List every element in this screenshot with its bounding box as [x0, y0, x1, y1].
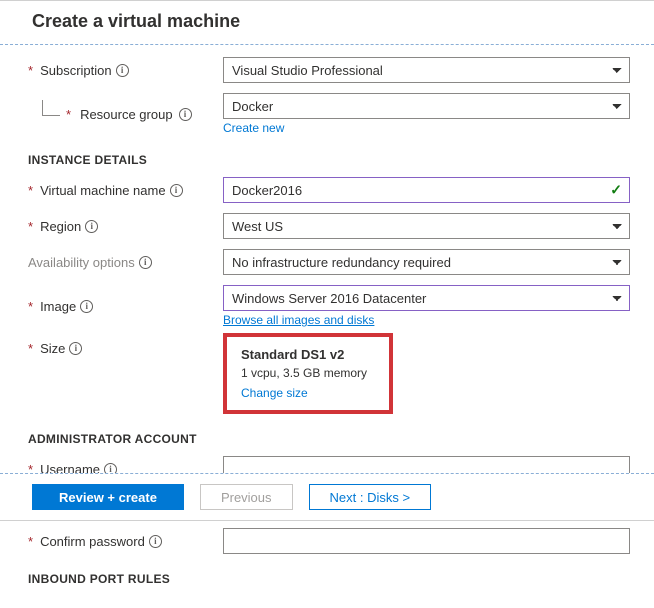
section-inbound-ports: INBOUND PORT RULES — [28, 572, 630, 586]
required-mark: * — [28, 219, 33, 234]
label-confirm-password: * Confirm password i — [28, 534, 223, 549]
row-vm-name: * Virtual machine name i ✓ — [28, 177, 630, 203]
info-icon[interactable]: i — [179, 108, 192, 121]
label-text: Confirm password — [40, 534, 145, 549]
label-text: Availability options — [28, 255, 135, 270]
label-availability: Availability options i — [28, 255, 223, 270]
required-mark: * — [66, 107, 71, 122]
label-vm-name: * Virtual machine name i — [28, 183, 223, 198]
vm-name-input[interactable] — [223, 177, 630, 203]
page-title: Create a virtual machine — [0, 1, 654, 45]
required-mark: * — [28, 341, 33, 356]
row-resource-group: * Resource group i Docker Create new — [28, 93, 630, 135]
label-text: Subscription — [40, 63, 112, 78]
label-size: * Size i — [28, 333, 223, 356]
required-mark: * — [28, 534, 33, 549]
row-size: * Size i Standard DS1 v2 1 vcpu, 3.5 GB … — [28, 333, 630, 414]
form-content: * Subscription i Visual Studio Professio… — [0, 45, 654, 608]
info-icon[interactable]: i — [80, 300, 93, 313]
next-disks-button[interactable]: Next : Disks > — [309, 484, 432, 510]
label-text: Image — [40, 299, 76, 314]
section-admin-account: ADMINISTRATOR ACCOUNT — [28, 432, 630, 446]
tree-line-icon — [42, 100, 60, 116]
check-icon: ✓ — [610, 182, 622, 199]
browse-images-link[interactable]: Browse all images and disks — [223, 313, 374, 327]
label-subscription: * Subscription i — [28, 63, 223, 78]
row-region: * Region i West US — [28, 213, 630, 239]
label-resource-group: * Resource group i — [28, 107, 223, 122]
size-summary-box: Standard DS1 v2 1 vcpu, 3.5 GB memory Ch… — [223, 333, 393, 414]
availability-select[interactable]: No infrastructure redundancy required — [223, 249, 630, 275]
region-select[interactable]: West US — [223, 213, 630, 239]
section-instance-details: INSTANCE DETAILS — [28, 153, 630, 167]
required-mark: * — [28, 299, 33, 314]
row-subscription: * Subscription i Visual Studio Professio… — [28, 57, 630, 83]
info-icon[interactable]: i — [139, 256, 152, 269]
info-icon[interactable]: i — [149, 535, 162, 548]
size-spec: 1 vcpu, 3.5 GB memory — [241, 366, 375, 380]
change-size-link[interactable]: Change size — [241, 386, 308, 400]
label-region: * Region i — [28, 219, 223, 234]
required-mark: * — [28, 183, 33, 198]
size-name: Standard DS1 v2 — [241, 347, 375, 362]
subscription-select[interactable]: Visual Studio Professional — [223, 57, 630, 83]
footer-bar: Review + create Previous Next : Disks > — [0, 473, 654, 520]
label-image: * Image i — [28, 299, 223, 314]
info-icon[interactable]: i — [170, 184, 183, 197]
label-text: Resource group — [80, 107, 173, 122]
required-mark: * — [28, 63, 33, 78]
label-text: Region — [40, 219, 81, 234]
row-image: * Image i Windows Server 2016 Datacenter… — [28, 285, 630, 327]
review-create-button[interactable]: Review + create — [32, 484, 184, 510]
resource-group-select[interactable]: Docker — [223, 93, 630, 119]
row-confirm-password: * Confirm password i — [28, 528, 630, 554]
confirm-password-input[interactable] — [223, 528, 630, 554]
info-icon[interactable]: i — [69, 342, 82, 355]
label-text: Virtual machine name — [40, 183, 166, 198]
label-text: Size — [40, 341, 65, 356]
info-icon[interactable]: i — [116, 64, 129, 77]
image-select[interactable]: Windows Server 2016 Datacenter — [223, 285, 630, 311]
previous-button: Previous — [200, 484, 293, 510]
create-new-link[interactable]: Create new — [223, 121, 284, 135]
info-icon[interactable]: i — [85, 220, 98, 233]
row-availability: Availability options i No infrastructure… — [28, 249, 630, 275]
